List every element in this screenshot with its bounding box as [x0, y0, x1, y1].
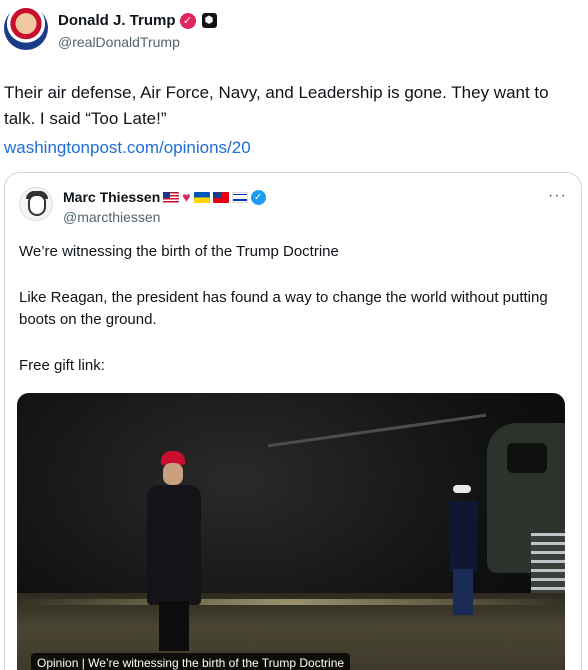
author-display-name[interactable]: Donald J. Trump — [58, 12, 176, 29]
quoted-text-line: Like Reagan, the president has found a w… — [19, 289, 548, 328]
post-text: Their air defense, Air Force, Navy, and … — [4, 83, 549, 128]
author-avatar[interactable] — [4, 6, 48, 50]
article-link[interactable]: washingtonpost.com/opinions/20 — [4, 138, 251, 158]
verified-badge-icon: ✓ — [179, 12, 196, 29]
walking-figure — [139, 451, 209, 651]
quoted-text-line: We’re witnessing the birth of the Trump … — [19, 243, 339, 260]
us-flag-icon — [163, 191, 180, 203]
government-badge-icon: ⬢ — [201, 13, 217, 28]
light-streak — [17, 599, 565, 605]
author-handle[interactable]: @realDonaldTrump — [58, 34, 180, 50]
helicopter — [467, 403, 565, 603]
quoted-author-handle[interactable]: @marcthiessen — [63, 209, 160, 225]
red-heart-icon: ♥ — [182, 188, 191, 205]
marine-guard — [445, 485, 481, 615]
ukraine-flag-icon — [193, 191, 210, 203]
israel-flag-icon — [231, 191, 248, 203]
article-preview-image[interactable]: Opinion | We’re witnessing the birth of … — [17, 393, 565, 670]
helicopter-rotor — [267, 413, 487, 448]
avatar-face — [28, 194, 46, 216]
media-caption: Opinion | We’re witnessing the birth of … — [31, 653, 351, 670]
more-options-button[interactable]: ··· — [548, 187, 567, 205]
quoted-post-card[interactable]: Marc Thiessen ♥ ✓ @marcthiessen ··· We’r… — [4, 172, 582, 670]
quoted-author-name-row: Marc Thiessen ♥ ✓ — [63, 189, 266, 205]
figure-coat — [147, 485, 201, 605]
taiwan-flag-icon — [212, 191, 229, 203]
verified-badge-icon: ✓ — [250, 189, 266, 205]
figure-legs — [159, 601, 189, 651]
author-name-row: Donald J. Trump ✓ ⬢ — [58, 12, 217, 29]
marine-cap — [453, 485, 471, 493]
marine-legs — [453, 569, 473, 615]
figure-head — [163, 463, 183, 485]
helicopter-window — [507, 443, 547, 473]
quoted-author-display-name[interactable]: Marc Thiessen — [63, 189, 160, 205]
quoted-author-avatar[interactable] — [19, 187, 53, 221]
post-header: Donald J. Trump ✓ ⬢ @realDonaldTrump — [4, 6, 584, 58]
marine-body — [449, 501, 477, 571]
quoted-text-line: Free gift link: — [19, 357, 105, 374]
helicopter-stairs — [531, 533, 565, 593]
